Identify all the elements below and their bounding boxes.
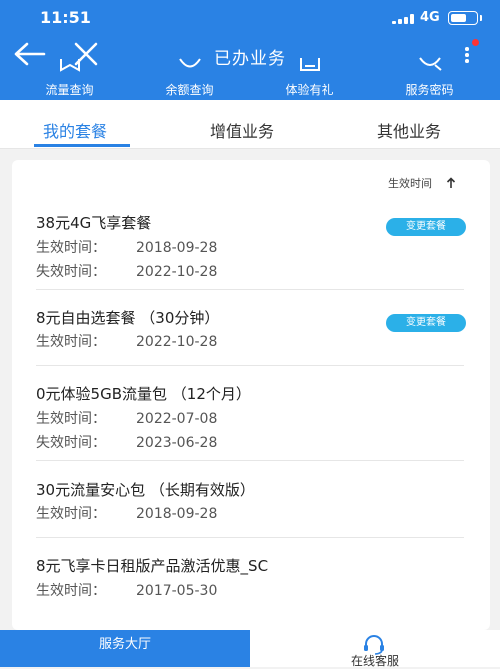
- quick-link-balance[interactable]: 余额查询: [127, 58, 252, 100]
- tab-value-added[interactable]: 增值业务: [210, 118, 274, 142]
- plans-card: 生效时间 38元4G飞享套餐 变更套餐 生效时间： 2018-09-28 失效时间…: [12, 160, 490, 630]
- online-support-button[interactable]: 在线客服: [250, 630, 500, 668]
- quick-link-label: 流量查询: [45, 83, 94, 97]
- package-name: 8元飞享卡日租版产品激活优惠_SC: [36, 557, 269, 575]
- sort-label: 生效时间: [388, 177, 432, 190]
- effective-label: 生效时间：: [36, 583, 106, 599]
- password-icon: [418, 57, 442, 71]
- quick-link-gift[interactable]: 体验有礼: [247, 58, 372, 100]
- effective-row: 生效时间： 2018-09-28: [36, 503, 217, 523]
- sort-toggle[interactable]: 生效时间: [388, 175, 456, 191]
- status-bar: 11:51 4G: [0, 0, 500, 36]
- expire-label: 失效时间：: [36, 264, 106, 280]
- change-plan-button[interactable]: 变更套餐: [386, 314, 466, 332]
- effective-label: 生效时间：: [36, 240, 106, 256]
- effective-row: 生效时间： 2022-07-08: [36, 408, 217, 428]
- divider: [36, 460, 464, 461]
- tab-other[interactable]: 其他业务: [377, 118, 441, 142]
- effective-label: 生效时间：: [36, 334, 106, 350]
- quick-link-label: 体验有礼: [285, 83, 334, 97]
- active-tab-indicator: [34, 144, 130, 147]
- app-header: 11:51 4G 已办业务 流量查询 余额查询 体验有礼 服务密码: [0, 0, 500, 100]
- divider: [36, 289, 464, 290]
- network-type: 4G: [420, 10, 440, 25]
- package-name: 0元体验5GB流量包 （12个月）: [36, 385, 251, 403]
- divider: [36, 537, 464, 538]
- online-support-label: 在线客服: [350, 654, 399, 668]
- expire-date: 2023-06-28: [136, 435, 218, 451]
- quick-link-data-usage[interactable]: 流量查询: [7, 59, 132, 100]
- arrow-up-icon: [446, 177, 456, 188]
- effective-date: 2017-05-30: [136, 583, 218, 599]
- effective-row: 生效时间： 2017-05-30: [36, 580, 217, 600]
- battery-icon: [448, 11, 482, 25]
- quick-link-label: 服务密码: [405, 83, 454, 97]
- package-name: 38元4G飞享套餐: [36, 214, 152, 232]
- quick-links: 流量查询 余额查询 体验有礼 服务密码: [0, 57, 500, 100]
- effective-date: 2018-09-28: [136, 506, 218, 522]
- change-plan-button[interactable]: 变更套餐: [386, 218, 466, 236]
- effective-label: 生效时间：: [36, 411, 106, 427]
- divider: [36, 365, 464, 366]
- service-hall-button[interactable]: 服务大厅: [0, 630, 250, 667]
- tab-bar: 我的套餐 增值业务 其他业务: [0, 100, 500, 149]
- quick-link-password[interactable]: 服务密码: [367, 57, 492, 100]
- package-name: 8元自由选套餐 （30分钟）: [36, 309, 220, 327]
- data-usage-icon: [59, 59, 80, 72]
- status-time: 11:51: [40, 8, 91, 27]
- bottom-nav: 服务大厅 在线客服: [0, 630, 500, 668]
- effective-row: 生效时间： 2018-09-28: [36, 237, 217, 257]
- effective-label: 生效时间：: [36, 506, 106, 522]
- effective-date: 2022-10-28: [136, 334, 218, 350]
- tab-my-plans[interactable]: 我的套餐: [43, 118, 107, 142]
- signal-icon: [392, 14, 414, 24]
- effective-date: 2018-09-28: [136, 240, 218, 256]
- expire-row: 失效时间： 2022-10-28: [36, 261, 217, 281]
- balance-icon: [178, 58, 201, 68]
- effective-date: 2022-07-08: [136, 411, 218, 427]
- expire-label: 失效时间：: [36, 435, 106, 451]
- package-name: 30元流量安心包 （长期有效版）: [36, 481, 255, 499]
- effective-row: 生效时间： 2022-10-28: [36, 331, 217, 351]
- quick-link-label: 余额查询: [165, 83, 214, 97]
- expire-row: 失效时间： 2023-06-28: [36, 432, 217, 452]
- gift-icon: [299, 58, 320, 71]
- notification-dot: [472, 39, 479, 46]
- expire-date: 2022-10-28: [136, 264, 218, 280]
